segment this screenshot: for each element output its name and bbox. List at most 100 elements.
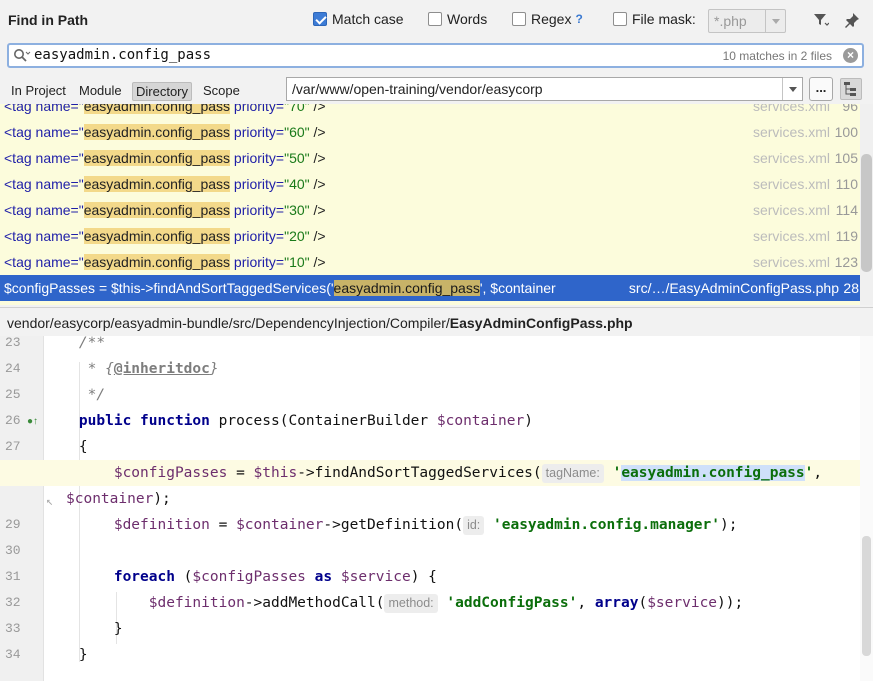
match-case-label: Match case bbox=[332, 11, 404, 27]
result-line: 100 bbox=[834, 124, 858, 140]
result-file: services.xml bbox=[752, 124, 830, 140]
regex-option[interactable]: Regex ? bbox=[512, 11, 583, 27]
code-line-24: * {@inheritdoc} bbox=[44, 361, 219, 377]
result-snippet: $configPasses = $this->findAndSortTagged… bbox=[4, 280, 556, 296]
code-preview[interactable]: 232425262728293031323334 ●↑ /** * {@inhe… bbox=[0, 336, 873, 681]
param-hint-tagname: tagName: bbox=[541, 464, 604, 483]
search-icon[interactable] bbox=[13, 48, 31, 64]
result-snippet: <tag name="easyadmin.config_pass priorit… bbox=[4, 254, 326, 270]
result-line: 96 bbox=[842, 104, 858, 114]
tree-view-icon[interactable] bbox=[840, 78, 862, 100]
editor-scroll-thumb[interactable] bbox=[862, 536, 871, 656]
file-mask-combo[interactable]: *.php bbox=[708, 9, 786, 33]
match-highlight: easyadmin.config_pass bbox=[83, 254, 231, 270]
directory-path-combo[interactable]: /var/www/open-training/vendor/easycorp bbox=[286, 77, 803, 101]
soft-wrap-icon: ↖ bbox=[46, 494, 54, 508]
code-line-25: */ bbox=[44, 387, 106, 403]
result-row[interactable]: <tag name="easyadmin.config_pass priorit… bbox=[0, 104, 860, 119]
file-path-bar: vendor/easycorp/easyadmin-bundle/src/Dep… bbox=[0, 307, 873, 337]
file-mask-value: *.php bbox=[714, 13, 747, 29]
result-snippet: <tag name="easyadmin.config_pass priorit… bbox=[4, 104, 326, 119]
find-in-path-header: Find in Path Match case Words Regex ? Fi… bbox=[0, 0, 873, 40]
result-row[interactable]: <tag name="easyadmin.config_pass priorit… bbox=[0, 197, 860, 223]
match-highlight: easyadmin.config_pass bbox=[83, 104, 231, 114]
match-case-checkbox[interactable] bbox=[313, 12, 327, 26]
result-snippet: <tag name="easyadmin.config_pass priorit… bbox=[4, 124, 326, 140]
chevron-down-icon[interactable] bbox=[765, 10, 785, 32]
result-snippet: <tag name="easyadmin.config_pass priorit… bbox=[4, 228, 326, 244]
implements-method-icon[interactable]: ●↑ bbox=[27, 416, 38, 427]
match-highlight: easyadmin.config_pass bbox=[83, 124, 231, 140]
regex-label: Regex bbox=[531, 11, 572, 27]
match-highlight: easyadmin.config_pass bbox=[333, 280, 480, 296]
search-field[interactable]: easyadmin.config_pass 10 matches in 2 fi… bbox=[7, 43, 864, 68]
result-line: 114 bbox=[835, 202, 858, 218]
result-file: services.xml bbox=[752, 228, 830, 244]
result-row[interactable]: <tag name="easyadmin.config_pass priorit… bbox=[0, 119, 860, 145]
code-line-29: $definition = $container->getDefinition(… bbox=[113, 516, 738, 535]
results-scroll-thumb[interactable] bbox=[861, 154, 872, 272]
match-highlight: easyadmin.config_pass bbox=[83, 202, 231, 218]
result-file: src/…/EasyAdminConfigPass.php bbox=[628, 280, 839, 296]
result-file: services.xml bbox=[752, 104, 830, 114]
line-number: 31 bbox=[5, 569, 21, 584]
line-number: 33 bbox=[5, 621, 21, 636]
code-line-28: $configPasses = $this->findAndSortTagged… bbox=[0, 460, 860, 486]
line-number: 34 bbox=[5, 647, 21, 662]
results-scrollbar[interactable] bbox=[860, 104, 873, 305]
result-snippet: <tag name="easyadmin.config_pass priorit… bbox=[4, 150, 326, 166]
tab-module[interactable]: Module bbox=[76, 82, 125, 99]
words-option[interactable]: Words bbox=[428, 11, 487, 27]
result-row[interactable]: <tag name="easyadmin.config_pass priorit… bbox=[0, 145, 860, 171]
result-line: 119 bbox=[835, 228, 858, 244]
result-row-selected[interactable]: $configPasses = $this->findAndSortTagged… bbox=[0, 275, 873, 301]
code-line-31: foreach ($configPasses as $service) { bbox=[113, 569, 437, 585]
line-number: 24 bbox=[5, 361, 21, 376]
matched-string: easyadmin.config_pass bbox=[621, 465, 805, 481]
scope-row: In Project Module Directory Scope /var/w… bbox=[0, 75, 873, 105]
line-number: 26 bbox=[5, 413, 21, 428]
code-line-23: /** bbox=[44, 336, 106, 351]
chevron-down-icon[interactable] bbox=[782, 78, 802, 100]
code-line-33: } bbox=[44, 621, 123, 637]
code-line-34: } bbox=[44, 647, 88, 663]
file-mask-label: File mask: bbox=[632, 11, 696, 27]
tab-scope[interactable]: Scope bbox=[200, 82, 243, 99]
file-mask-checkbox[interactable] bbox=[613, 12, 627, 26]
match-case-option[interactable]: Match case bbox=[313, 11, 404, 27]
result-row[interactable]: <tag name="easyadmin.config_pass priorit… bbox=[0, 249, 860, 275]
param-hint-id: id: bbox=[463, 516, 485, 535]
search-input[interactable]: easyadmin.config_pass bbox=[34, 47, 211, 63]
result-line: 105 bbox=[834, 150, 858, 166]
line-number: 23 bbox=[5, 336, 21, 350]
param-hint-method: method: bbox=[384, 594, 438, 613]
result-file: services.xml bbox=[752, 254, 830, 270]
editor-scrollbar[interactable] bbox=[860, 336, 873, 681]
result-file: services.xml bbox=[752, 176, 830, 192]
tab-directory[interactable]: Directory bbox=[132, 82, 193, 101]
line-number: 29 bbox=[5, 517, 21, 532]
result-line: 110 bbox=[835, 176, 858, 192]
regex-help-icon[interactable]: ? bbox=[575, 12, 582, 26]
pin-icon[interactable] bbox=[844, 12, 860, 28]
code-line-32: $definition->addMethodCall(method: 'addC… bbox=[148, 594, 744, 613]
results-list[interactable]: <tag name="easyadmin.config_pass priorit… bbox=[0, 104, 873, 305]
result-file: services.xml bbox=[752, 150, 830, 166]
regex-checkbox[interactable] bbox=[512, 12, 526, 26]
dialog-title: Find in Path bbox=[8, 12, 89, 28]
directory-path-value: /var/www/open-training/vendor/easycorp bbox=[292, 81, 543, 97]
words-checkbox[interactable] bbox=[428, 12, 442, 26]
browse-button[interactable]: ... bbox=[809, 77, 833, 101]
result-line: 123 bbox=[834, 254, 858, 270]
filter-icon[interactable] bbox=[813, 12, 830, 28]
result-row[interactable]: <tag name="easyadmin.config_pass priorit… bbox=[0, 223, 860, 249]
clear-icon[interactable]: × bbox=[843, 48, 858, 63]
file-mask-option[interactable]: File mask: bbox=[613, 11, 696, 27]
result-row[interactable]: <tag name="easyadmin.config_pass priorit… bbox=[0, 171, 860, 197]
tab-in-project[interactable]: In Project bbox=[8, 82, 69, 99]
result-snippet: <tag name="easyadmin.config_pass priorit… bbox=[4, 202, 326, 218]
line-number: 32 bbox=[5, 595, 21, 610]
code-line-26: public function process(ContainerBuilder… bbox=[78, 413, 533, 429]
result-snippet: <tag name="easyadmin.config_pass priorit… bbox=[4, 176, 326, 192]
